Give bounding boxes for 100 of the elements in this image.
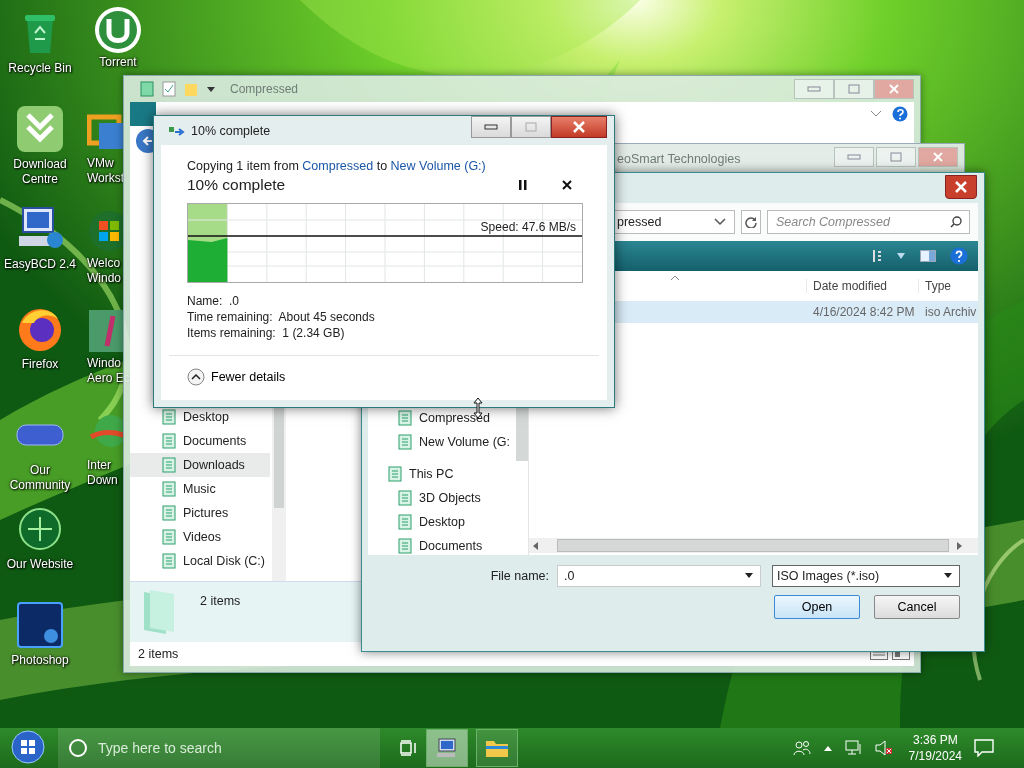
window-title: eoSmart Technologies: [617, 152, 741, 166]
clock-time[interactable]: 3:36 PM: [912, 732, 958, 748]
windows-logo-icon: [11, 730, 45, 764]
desktop-icon-label[interactable]: Down: [87, 473, 118, 488]
folder-icon: [162, 433, 176, 449]
destination-link[interactable]: New Volume (G:): [390, 159, 486, 173]
speed-area: [188, 238, 228, 282]
item-count: 2 items: [200, 594, 241, 608]
task-view-icon[interactable]: [400, 740, 418, 756]
table-cell-text: 4/16/2024 8:42 PM: [812, 305, 916, 319]
nav-item[interactable]: 3D Objects: [368, 486, 516, 510]
nav-item[interactable]: Pictures: [130, 501, 270, 525]
maximize-icon: [848, 84, 860, 94]
close-button[interactable]: [551, 116, 607, 138]
desktop-icon-label[interactable]: VMw: [87, 156, 114, 171]
close-icon: [933, 152, 943, 162]
nav-item[interactable]: New Volume (G:: [368, 430, 516, 454]
nav-item[interactable]: This PC: [368, 462, 516, 486]
chevron-up-icon[interactable]: [822, 744, 833, 752]
nav-item[interactable]: Documents: [130, 429, 270, 453]
window-tile-icon: [87, 308, 123, 354]
notification-icon[interactable]: [974, 739, 994, 757]
close-icon: [562, 180, 572, 190]
network-icon[interactable]: [844, 740, 863, 756]
file-type-dropdown[interactable]: ISO Images (*.iso): [772, 565, 960, 587]
taskbar-app-button[interactable]: [426, 729, 468, 767]
dropdown-arrow-icon[interactable]: [206, 84, 216, 94]
window-title: 10% complete: [191, 123, 271, 138]
start-button[interactable]: [10, 730, 46, 766]
pause-icon: [519, 180, 527, 190]
checklist-icon[interactable]: [162, 81, 176, 97]
copy-description: Copying 1 item from Compressed to New Volume (G:): [187, 159, 487, 173]
clock-date[interactable]: 7/19/2024: [908, 748, 962, 764]
fewer-details-toggle[interactable]: Fewer details: [187, 368, 286, 386]
nav-item[interactable]: Documents: [368, 534, 516, 555]
open-button[interactable]: Open: [774, 595, 860, 619]
circle-logo-icon: [93, 5, 143, 55]
view-list-icon[interactable]: [872, 249, 882, 263]
help-icon[interactable]: [950, 247, 968, 265]
progress-heading: 10% complete: [187, 176, 286, 194]
folder-icon: [398, 514, 412, 530]
search-circle-icon: [68, 738, 88, 758]
status-text: 2 items: [138, 647, 179, 661]
right-arrow-icon[interactable]: [957, 541, 963, 550]
refresh-icon: [745, 216, 757, 228]
source-link[interactable]: Compressed: [302, 159, 374, 173]
dropdown-arrow-icon[interactable]: [744, 573, 754, 579]
refresh-button[interactable]: [740, 210, 761, 234]
volume-muted-icon[interactable]: [874, 740, 893, 756]
desktop-icon-label[interactable]: Firefox: [2, 357, 78, 372]
nav-item[interactable]: Desktop: [368, 510, 516, 534]
nav-item[interactable]: Compressed: [368, 406, 516, 430]
minimize-button[interactable]: [471, 116, 511, 138]
field-label: File name:: [490, 569, 549, 583]
minimize-icon: [847, 154, 861, 160]
minimize-icon: [484, 124, 498, 130]
help-icon[interactable]: [892, 106, 908, 122]
nav-item[interactable]: Videos: [130, 525, 270, 549]
folder-icon: [162, 553, 176, 569]
desktop-icon-label[interactable]: Photoshop: [2, 653, 78, 668]
desktop-icon-label[interactable]: Workst: [87, 171, 125, 186]
desktop-icon-label[interactable]: Windo: [87, 356, 121, 371]
chevron-icon[interactable]: [870, 110, 882, 118]
detail-text: Items remaining: 1 (2.34 GB): [187, 325, 346, 341]
folder-icon: [142, 588, 176, 636]
table-cell-text: iso Archiv: [924, 305, 978, 319]
people-icon[interactable]: [792, 740, 811, 756]
folder-icon: [162, 457, 176, 473]
desktop-icon-label[interactable]: Our Website: [2, 557, 78, 572]
close-icon: [955, 181, 967, 193]
column-header[interactable]: Date modified: [806, 279, 918, 293]
folder-icon: [162, 529, 176, 545]
folder-icon: [162, 505, 176, 521]
chevron-icon[interactable]: [713, 218, 726, 226]
maximize-button[interactable]: [511, 116, 551, 138]
desktop-icon-label[interactable]: Recycle Bin: [2, 61, 78, 76]
desktop-icon-label[interactable]: Download Centre: [2, 157, 78, 187]
left-arrow-icon[interactable]: [533, 541, 539, 550]
close-icon: [889, 84, 899, 94]
copy-arrow-icon: [169, 124, 185, 137]
ribbon-tab[interactable]: [130, 102, 156, 126]
desktop-icon-label[interactable]: Windo: [87, 271, 121, 286]
file-name-field[interactable]: .0: [557, 565, 761, 587]
search-field[interactable]: Search Compressed: [767, 210, 970, 234]
column-header[interactable]: Type: [918, 279, 978, 293]
taskbar-app-button[interactable]: [476, 729, 518, 767]
maximize-icon: [525, 122, 537, 132]
folder-icon: [398, 410, 412, 426]
chevron-up-icon: [187, 368, 205, 386]
desktop-icon-label[interactable]: Welco: [87, 256, 121, 271]
close-button[interactable]: [945, 175, 977, 199]
desktop-icon-label[interactable]: Torrent: [99, 55, 137, 70]
nav-item[interactable]: Local Disk (C:): [130, 549, 270, 573]
close-icon: [573, 121, 585, 133]
nav-item[interactable]: Downloads: [130, 453, 270, 477]
detail-text: Name: .0: [187, 293, 241, 309]
desktop-icon-label[interactable]: EasyBCD 2.4: [2, 257, 78, 272]
nav-item[interactable]: Desktop: [130, 405, 270, 429]
nav-item[interactable]: Music: [130, 477, 270, 501]
cancel-button[interactable]: Cancel: [874, 595, 960, 619]
